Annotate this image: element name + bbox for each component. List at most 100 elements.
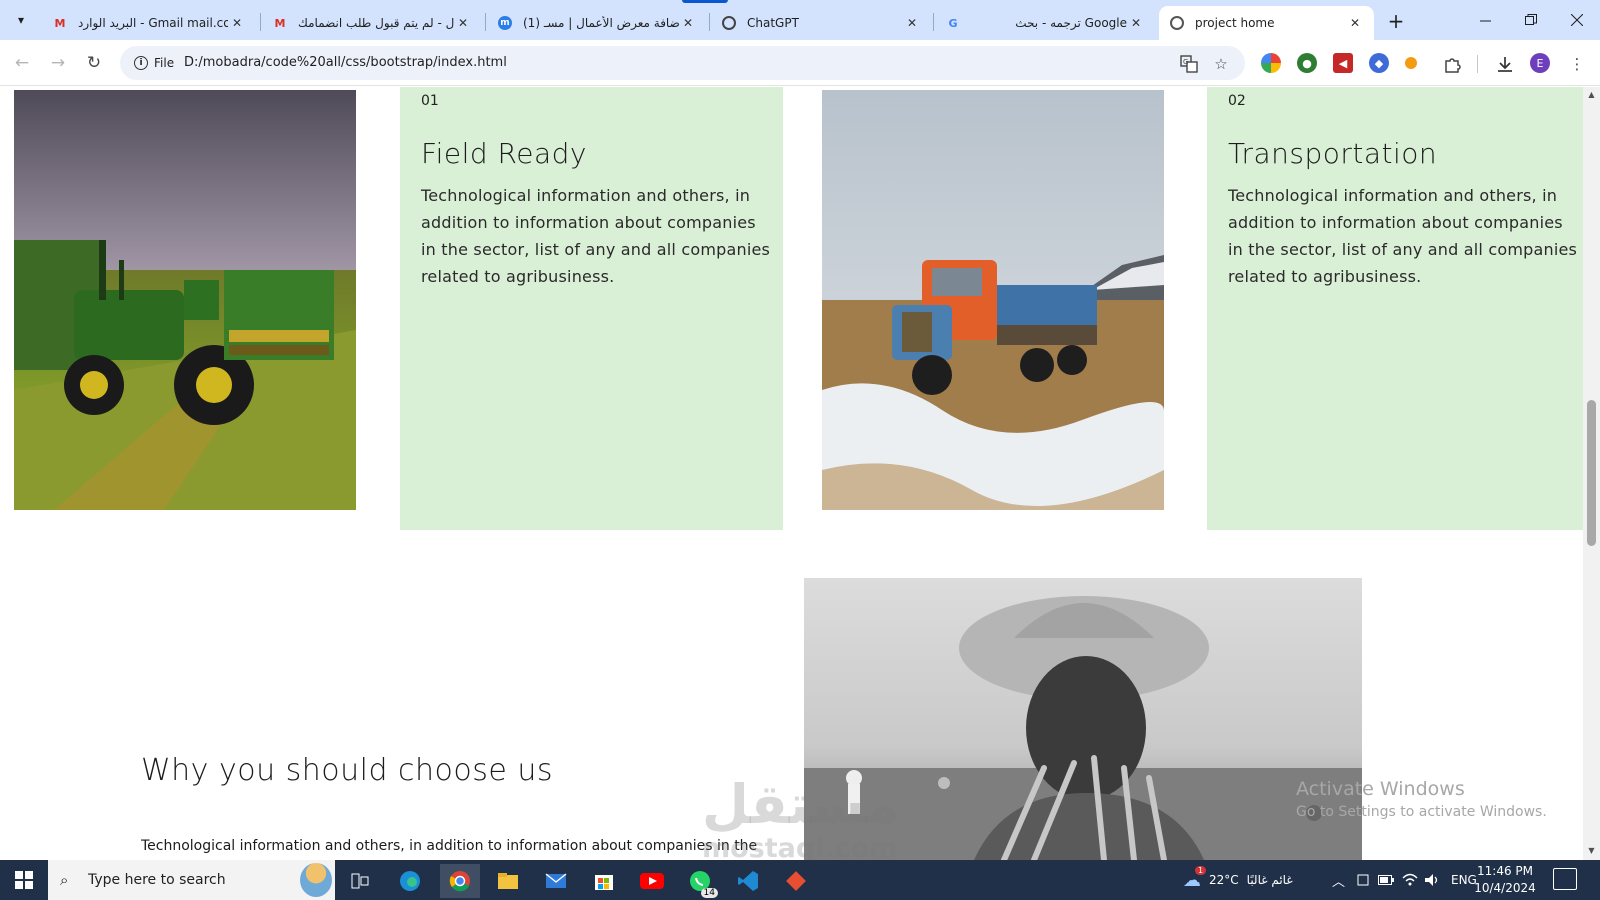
close-window-button[interactable] (1554, 0, 1600, 40)
tab-project-home[interactable]: project home ✕ (1159, 6, 1374, 40)
mostaql-watermark-domain: mostaql.com (702, 833, 898, 860)
extension-megaphone-icon[interactable]: ◀ (1333, 53, 1353, 73)
mail-icon[interactable] (536, 864, 576, 898)
card-title: Field Ready (421, 137, 587, 170)
extension-shield-icon[interactable]: ◆ (1369, 53, 1389, 73)
minimize-button[interactable] (1462, 0, 1508, 40)
windows-taskbar: ⌕ Type here to search 14 ☁ 1 22°C غائم غ… (0, 860, 1600, 900)
close-icon[interactable]: ✕ (1127, 16, 1145, 30)
restore-button[interactable] (1508, 0, 1554, 40)
card-text: Technological information and others, in… (1228, 186, 1578, 286)
tractor-image (14, 90, 356, 510)
new-tab-button[interactable]: + (1384, 9, 1408, 33)
tab-chatgpt[interactable]: ChatGPT ✕ (711, 6, 931, 40)
whatsapp-badge: 14 (700, 888, 718, 898)
task-view-icon[interactable] (340, 864, 380, 898)
why-heading: Why you should choose us (141, 753, 554, 788)
tab-title: ترجمه - بحث Google (1015, 16, 1127, 30)
tab-mostaql[interactable]: m (1) إضافة معرض الأعمال | مسـ ✕ (487, 6, 707, 40)
edge-icon[interactable] (390, 864, 430, 898)
close-icon (1571, 14, 1583, 26)
tab-gmail-join[interactable]: M لم يتم قبول طلب انضمامك - ‎ال ✕ (262, 6, 482, 40)
page-scrollbar[interactable]: ▲ ▼ (1583, 87, 1600, 860)
extension-orange-icon[interactable] (1405, 57, 1417, 69)
activate-subtitle: Go to Settings to activate Windows. (1296, 804, 1547, 820)
close-icon[interactable]: ✕ (903, 16, 921, 30)
tab-separator (260, 13, 261, 31)
gmail-icon: M (274, 16, 286, 30)
start-button[interactable] (0, 860, 48, 900)
tab-title: لم يتم قبول طلب انضمامك - ‎ال (298, 16, 454, 30)
address-bar[interactable]: i File D:/mobadra/code%20all/css/bootstr… (120, 46, 1245, 80)
card-title: Transportation (1228, 137, 1438, 170)
site-info-label: File (154, 56, 175, 70)
feature-card-transportation: 02 Transportation Technological informat… (1207, 87, 1583, 530)
chatgpt-icon (721, 15, 737, 31)
why-text: Technological information and others, in… (141, 838, 758, 854)
tab-title: (1) إضافة معرض الأعمال | مسـ (523, 16, 679, 30)
volume-icon[interactable] (1424, 860, 1440, 900)
profile-avatar[interactable]: E (1530, 53, 1550, 73)
chrome-icon[interactable] (440, 864, 480, 898)
close-icon[interactable]: ✕ (1346, 16, 1364, 30)
restore-icon (1525, 14, 1537, 25)
tab-google-search[interactable]: G ترجمه - بحث Google ✕ (935, 6, 1155, 40)
tab-gmail-inbox[interactable]: M البريد الوارد - Gmail ‎mail.com ✕ (42, 6, 256, 40)
system-clock[interactable]: 11:46 PM 10/4/2024 (1470, 863, 1540, 897)
taskbar-search-placeholder: Type here to search (88, 872, 226, 888)
page-viewport: 01 Field Ready Technological information… (0, 87, 1600, 860)
battery-icon[interactable] (1378, 860, 1394, 900)
scroll-down-arrow-icon[interactable]: ▼ (1586, 845, 1597, 856)
scroll-up-arrow-icon[interactable]: ▲ (1586, 89, 1597, 100)
tab-strip: ▾ M البريد الوارد - Gmail ‎mail.com ✕ M … (0, 0, 1600, 40)
tab-separator (485, 13, 486, 31)
scrollbar-thumb[interactable] (1587, 400, 1596, 546)
vscode-icon[interactable] (728, 864, 768, 898)
notification-center-icon[interactable] (1553, 868, 1577, 890)
site-info-chip[interactable]: i File (126, 51, 182, 75)
tab-title: project home (1195, 16, 1275, 30)
more-menu-icon[interactable]: ⋮ (1566, 53, 1588, 75)
clock-date: 10/4/2024 (1474, 881, 1536, 895)
store-icon[interactable] (584, 864, 624, 898)
svg-text:G: G (1183, 58, 1188, 66)
tab-audio-indicator (682, 0, 728, 3)
download-icon[interactable] (1494, 53, 1516, 75)
close-icon[interactable]: ✕ (454, 16, 472, 30)
bookmark-star-icon[interactable]: ☆ (1210, 53, 1232, 75)
weather-widget[interactable]: ☁ 1 22°C غائم غالبًا (1183, 860, 1293, 900)
extension-colorful-icon[interactable] (1261, 53, 1281, 73)
arrow-left-icon: ← (14, 53, 30, 73)
close-icon[interactable]: ✕ (228, 16, 246, 30)
file-explorer-icon[interactable] (488, 864, 528, 898)
show-hidden-icons[interactable]: ︿ (1332, 860, 1345, 900)
meet-now-icon[interactable] (1356, 860, 1370, 900)
activate-windows-notice: Activate Windows Go to Settings to activ… (1296, 778, 1547, 820)
close-icon[interactable]: ✕ (679, 16, 697, 30)
mostaql-watermark: مستقل (702, 773, 900, 836)
feature-card-field-ready: 01 Field Ready Technological information… (400, 87, 783, 530)
translate-icon[interactable]: G (1178, 53, 1200, 75)
youtube-icon[interactable] (632, 864, 672, 898)
windows-logo-icon (15, 871, 33, 889)
tab-title: البريد الوارد - Gmail ‎mail.com (78, 16, 228, 30)
reload-icon: ↻ (86, 53, 102, 73)
arrow-right-icon: → (50, 53, 66, 73)
back-button[interactable]: ← (8, 49, 36, 77)
search-highlight-icon (300, 863, 332, 897)
card-number: 01 (421, 93, 439, 109)
extension-globe-icon[interactable]: ● (1297, 53, 1317, 73)
reload-button[interactable]: ↻ (80, 49, 108, 77)
tab-search-button[interactable]: ▾ (7, 6, 35, 34)
git-icon[interactable] (776, 864, 816, 898)
minimize-icon (1479, 20, 1491, 21)
wifi-icon[interactable] (1402, 860, 1418, 900)
weather-condition: غائم غالبًا (1246, 873, 1293, 887)
taskbar-search[interactable]: ⌕ Type here to search (48, 860, 335, 900)
url-text[interactable]: D:/mobadra/code%20all/css/bootstrap/inde… (184, 55, 507, 70)
browser-toolbar: ← → ↻ i File D:/mobadra/code%20all/css/b… (0, 40, 1600, 86)
whatsapp-icon[interactable]: 14 (680, 864, 720, 898)
tab-separator (933, 13, 934, 31)
forward-button[interactable]: → (44, 49, 72, 77)
extensions-puzzle-icon[interactable] (1441, 53, 1463, 75)
